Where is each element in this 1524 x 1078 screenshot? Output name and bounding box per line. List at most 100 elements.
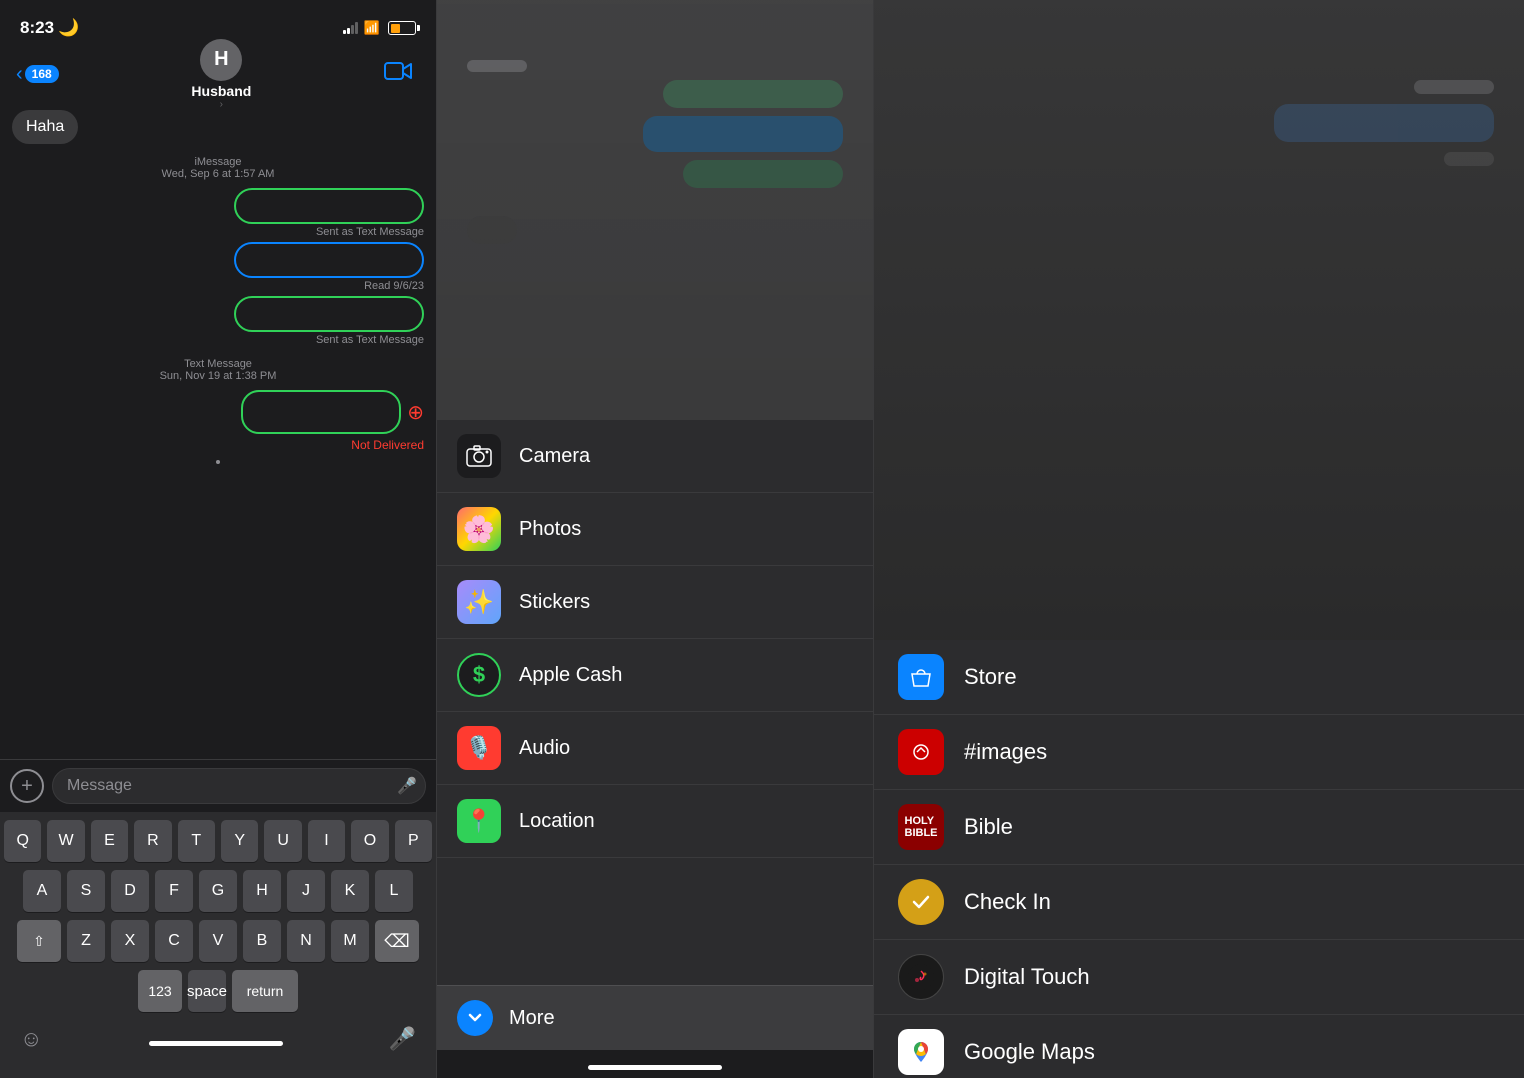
apple-cash-app-icon: $ <box>457 653 501 697</box>
bible-label: Bible <box>964 814 1013 840</box>
apple-cash-label: Apple Cash <box>519 664 622 687</box>
key-h[interactable]: H <box>243 870 281 912</box>
video-call-button[interactable] <box>384 60 420 88</box>
read-bubble-row: Read 9/6/23 <box>12 242 424 292</box>
picker-home-indicator <box>437 1050 873 1078</box>
message-input-field[interactable]: Message 🎤 <box>52 768 426 804</box>
google-maps-label: Google Maps <box>964 1039 1095 1065</box>
avatar[interactable]: H <box>200 39 242 81</box>
photos-label: Photos <box>519 518 581 541</box>
key-p[interactable]: P <box>395 820 432 862</box>
key-d[interactable]: D <box>111 870 149 912</box>
app-picker-panel: Camera 🌸 Photos ✨ Stickers $ Apple Cash … <box>437 0 874 1078</box>
more-blur-overlay <box>874 0 1524 640</box>
nav-bar: ‹ 168 H Husband › <box>0 50 436 102</box>
mic-icon[interactable]: 🎤 <box>397 776 417 796</box>
key-return[interactable]: return <box>232 970 298 1012</box>
back-button[interactable]: ‹ 168 <box>16 63 59 86</box>
picker-blur-background <box>437 0 873 420</box>
undelivered-bubble <box>241 390 401 434</box>
images-app-icon <box>898 729 944 775</box>
digital-touch-app-icon <box>898 954 944 1000</box>
back-badge[interactable]: 168 <box>25 65 59 83</box>
key-w[interactable]: W <box>47 820 84 862</box>
sent-blue-bubble <box>234 242 424 278</box>
sent-label-1: Sent as Text Message <box>316 226 424 238</box>
location-app-icon: 📍 <box>457 799 501 843</box>
battery-fill <box>391 24 400 33</box>
digital-touch-label: Digital Touch <box>964 964 1090 990</box>
key-j[interactable]: J <box>287 870 325 912</box>
timestamp-imessage: iMessage Wed, Sep 6 at 1:57 AM <box>12 156 424 180</box>
signal-bar-3 <box>351 25 354 34</box>
images-label: #images <box>964 739 1047 765</box>
key-x[interactable]: X <box>111 920 149 962</box>
key-a[interactable]: A <box>23 870 61 912</box>
key-l[interactable]: L <box>375 870 413 912</box>
key-e[interactable]: E <box>91 820 128 862</box>
key-n[interactable]: N <box>287 920 325 962</box>
more-app-item-images[interactable]: #images <box>874 715 1524 790</box>
store-app-icon <box>898 654 944 700</box>
key-c[interactable]: C <box>155 920 193 962</box>
camera-label: Camera <box>519 445 590 468</box>
key-t[interactable]: T <box>178 820 215 862</box>
key-b[interactable]: B <box>243 920 281 962</box>
picker-item-location[interactable]: 📍 Location <box>437 785 873 858</box>
keyboard-row-2: A S D F G H J K L <box>4 870 432 912</box>
picker-item-apple-cash[interactable]: $ Apple Cash <box>437 639 873 712</box>
key-v[interactable]: V <box>199 920 237 962</box>
typing-indicator <box>216 460 220 464</box>
more-bar[interactable]: More <box>437 985 873 1050</box>
key-q[interactable]: Q <box>4 820 41 862</box>
keyboard-row-4: 123 space return <box>4 970 432 1012</box>
key-r[interactable]: R <box>134 820 171 862</box>
key-z[interactable]: Z <box>67 920 105 962</box>
bible-app-icon: HOLYBIBLE <box>898 804 944 850</box>
key-123[interactable]: 123 <box>138 970 182 1012</box>
key-i[interactable]: I <box>308 820 345 862</box>
picker-item-photos[interactable]: 🌸 Photos <box>437 493 873 566</box>
key-m[interactable]: M <box>331 920 369 962</box>
camera-app-icon <box>457 434 501 478</box>
more-app-item-digital-touch[interactable]: Digital Touch <box>874 940 1524 1015</box>
messages-panel: 8:23 🌙 📶 ‹ 168 H Husband <box>0 0 437 1078</box>
more-app-item-bible[interactable]: HOLYBIBLE Bible <box>874 790 1524 865</box>
blur-overlay <box>437 0 873 420</box>
picker-item-audio[interactable]: 🎙️ Audio <box>437 712 873 785</box>
stickers-label: Stickers <box>519 591 590 614</box>
signal-bar-4 <box>355 22 358 34</box>
more-app-item-google-maps[interactable]: Google Maps <box>874 1015 1524 1078</box>
signal-bar-1 <box>343 30 346 34</box>
more-apps-list: Store #images HOLYBIBLE Bible <box>874 640 1524 1078</box>
more-app-item-store[interactable]: Store <box>874 640 1524 715</box>
home-bar <box>588 1065 722 1070</box>
keyboard-bottom-row: ☺ 🎤 <box>4 1020 432 1070</box>
key-o[interactable]: O <box>351 820 388 862</box>
undelivered-bubble-row: ⊕ <box>12 390 424 434</box>
plus-icon: + <box>21 775 33 798</box>
keyboard-mic-button[interactable]: 🎤 <box>389 1026 416 1052</box>
google-maps-app-icon <box>898 1029 944 1075</box>
keyboard: Q W E R T Y U I O P A S D F G H J K L ⇧ … <box>0 812 436 1078</box>
more-app-item-checkin[interactable]: Check In <box>874 865 1524 940</box>
key-shift[interactable]: ⇧ <box>17 920 61 962</box>
signal-bars <box>343 22 358 34</box>
key-u[interactable]: U <box>264 820 301 862</box>
picker-item-camera[interactable]: Camera <box>437 420 873 493</box>
key-k[interactable]: K <box>331 870 369 912</box>
message-input-bar: + Message 🎤 <box>0 759 436 812</box>
messages-area: Haha iMessage Wed, Sep 6 at 1:57 AM Sent… <box>0 102 436 759</box>
key-y[interactable]: Y <box>221 820 258 862</box>
picker-item-stickers[interactable]: ✨ Stickers <box>437 566 873 639</box>
contact-name[interactable]: Husband <box>191 83 251 99</box>
key-s[interactable]: S <box>67 870 105 912</box>
emoji-button[interactable]: ☺ <box>20 1026 42 1052</box>
key-g[interactable]: G <box>199 870 237 912</box>
key-delete[interactable]: ⌫ <box>375 920 419 962</box>
location-label: Location <box>519 810 595 833</box>
key-space[interactable]: space <box>188 970 226 1012</box>
add-attachment-button[interactable]: + <box>10 769 44 803</box>
picker-list: Camera 🌸 Photos ✨ Stickers $ Apple Cash … <box>437 420 873 985</box>
key-f[interactable]: F <box>155 870 193 912</box>
